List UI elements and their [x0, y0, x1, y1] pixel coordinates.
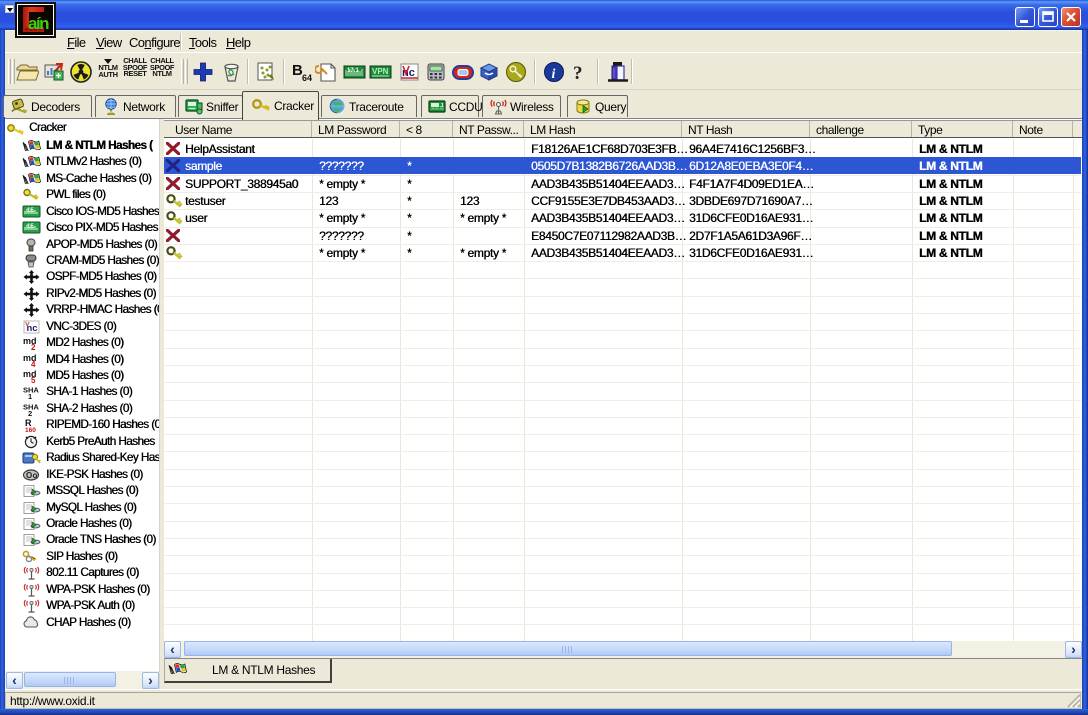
svg-text:i: i	[552, 67, 556, 82]
svg-text:VPN: VPN	[372, 67, 389, 76]
svg-text:?: ?	[573, 63, 583, 84]
svg-text:2: 2	[28, 409, 32, 416]
svg-text:17.1: 17.1	[347, 68, 359, 74]
svg-text:15: 15	[27, 208, 34, 214]
svg-text:.1: .1	[440, 103, 444, 109]
svg-text:2: 2	[31, 343, 36, 350]
svg-text:64: 64	[302, 73, 312, 83]
svg-text:O: O	[26, 471, 32, 480]
svg-text:15: 15	[27, 224, 34, 230]
svg-text:160: 160	[25, 427, 36, 432]
svg-text:aín: aín	[28, 14, 49, 33]
svg-text:4: 4	[31, 360, 36, 367]
svg-text:o: o	[33, 471, 38, 480]
svg-text:1: 1	[28, 392, 32, 399]
svg-text:5: 5	[31, 376, 36, 383]
